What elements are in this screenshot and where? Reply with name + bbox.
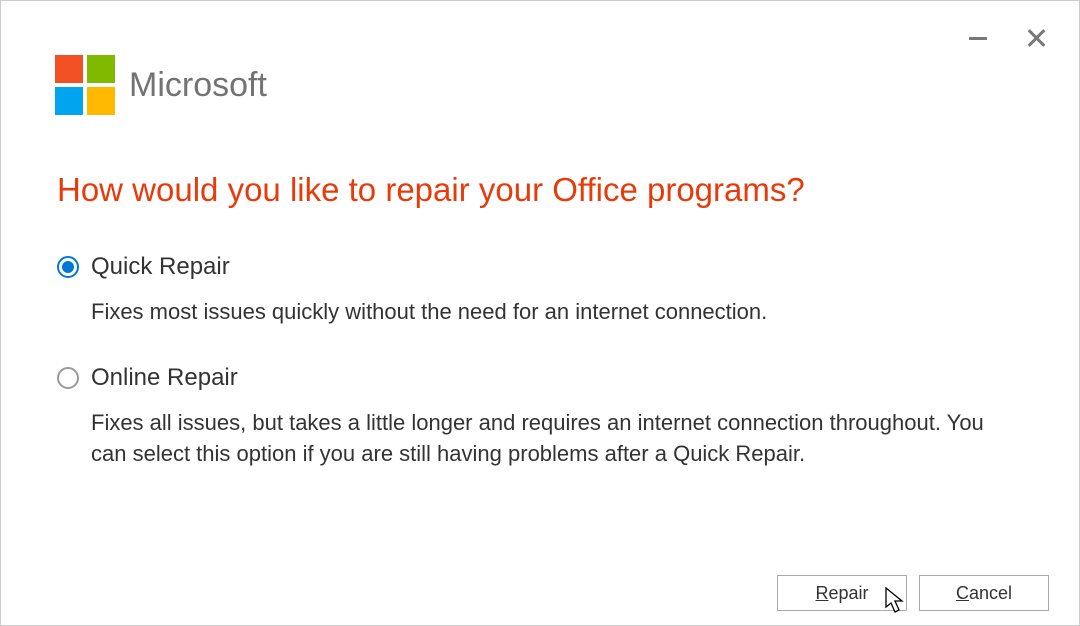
page-title: How would you like to repair your Office… [57,171,1019,209]
repair-button[interactable]: Repair [777,575,907,611]
window-controls [969,29,1045,47]
radio-online-repair[interactable] [57,367,79,389]
cancel-button[interactable]: Cancel [919,575,1049,611]
main-content: How would you like to repair your Office… [1,115,1079,469]
option-label: Quick Repair [91,253,230,281]
radio-quick-repair[interactable] [57,256,79,278]
brand-name: Microsoft [129,66,267,105]
option-online-repair[interactable]: Online Repair Fixes all issues, but take… [57,364,1019,470]
dialog-footer: Repair Cancel [777,575,1049,611]
option-label: Online Repair [91,364,238,392]
option-quick-repair[interactable]: Quick Repair Fixes most issues quickly w… [57,253,1019,328]
microsoft-logo-icon [55,55,115,115]
brand-header: Microsoft [1,1,1079,115]
option-description: Fixes most issues quickly without the ne… [57,297,1017,328]
minimize-icon[interactable] [969,37,987,40]
close-icon[interactable] [1027,29,1045,47]
option-description: Fixes all issues, but takes a little lon… [57,408,1017,470]
